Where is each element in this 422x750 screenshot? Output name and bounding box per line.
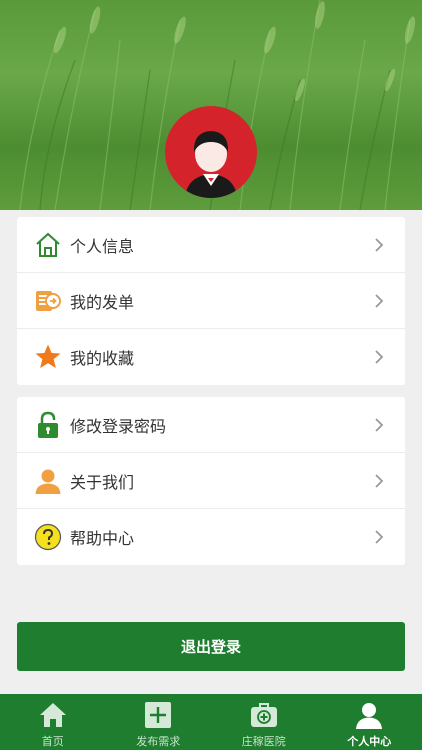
lock-icon <box>34 411 62 439</box>
menu-item-change-password[interactable]: 修改登录密码 <box>17 397 405 453</box>
chevron-right-icon <box>375 474 384 488</box>
tab-label: 个人中心 <box>347 735 392 748</box>
chevron-right-icon <box>375 530 384 544</box>
orders-icon <box>34 287 62 315</box>
menu-item-label: 我的收藏 <box>70 349 135 368</box>
menu-item-personal-info[interactable]: 个人信息 <box>17 217 405 273</box>
tab-crop-hospital[interactable]: 庄稼医院 <box>211 694 317 750</box>
medical-kit-icon <box>249 700 279 730</box>
menu-item-label: 我的发单 <box>70 292 135 312</box>
help-icon <box>34 523 62 551</box>
chevron-right-icon <box>375 238 384 252</box>
user-tab-icon <box>354 700 384 730</box>
home-tab-icon <box>38 700 68 730</box>
profile-header-banner <box>0 0 422 210</box>
tab-personal-center[interactable]: 个人中心 <box>317 694 422 750</box>
menu-card-account: 个人信息 我的发单 我的收藏 <box>17 217 405 385</box>
menu-item-label: 关于我们 <box>70 472 135 492</box>
menu-item-label: 帮助中心 <box>70 529 135 548</box>
menu-item-my-orders[interactable]: 我的发单 <box>17 273 405 329</box>
tab-post-request[interactable]: 发布需求 <box>106 694 212 750</box>
tab-label: 首页 <box>41 735 64 748</box>
tab-home[interactable]: 首页 <box>0 694 106 750</box>
chevron-right-icon <box>375 350 384 364</box>
menu-item-label: 个人信息 <box>70 236 135 256</box>
menu-item-label: 修改登录密码 <box>70 416 167 436</box>
person-icon <box>34 467 62 495</box>
chevron-right-icon <box>375 418 384 432</box>
bottom-tab-bar: 首页 发布需求 庄稼医院 个人中心 <box>0 694 422 750</box>
home-icon <box>34 231 62 259</box>
avatar-person-icon <box>185 131 237 198</box>
menu-card-settings: 修改登录密码 关于我们 帮助中心 <box>17 397 405 565</box>
logout-button[interactable]: 退出登录 <box>17 622 405 671</box>
star-icon <box>34 343 62 371</box>
chevron-right-icon <box>375 294 384 308</box>
plus-tab-icon <box>143 700 173 730</box>
tab-label: 庄稼医院 <box>241 735 286 748</box>
menu-item-about-us[interactable]: 关于我们 <box>17 453 405 509</box>
menu-item-favorites[interactable]: 我的收藏 <box>17 329 405 385</box>
avatar[interactable] <box>165 106 257 198</box>
menu-item-help-center[interactable]: 帮助中心 <box>17 509 405 565</box>
tab-label: 发布需求 <box>136 735 181 748</box>
